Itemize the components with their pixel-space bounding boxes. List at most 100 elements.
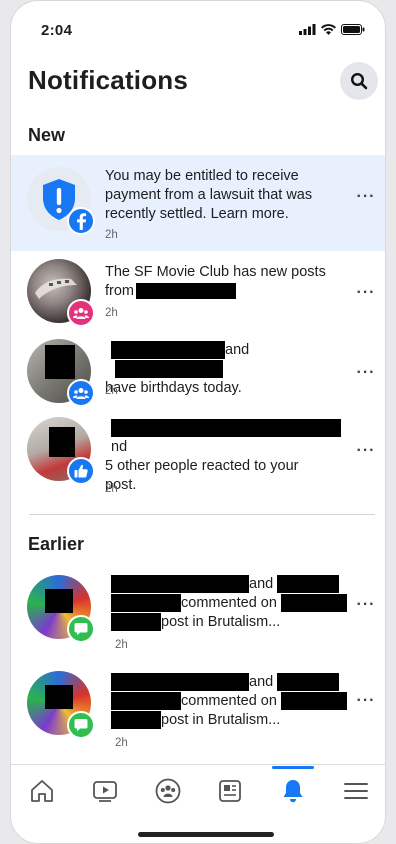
text-fragment: post in Brutalism... (161, 712, 281, 728)
notification-item[interactable]: You may be entitled to receive payment f… (11, 155, 385, 251)
redacted-name (111, 594, 181, 613)
section-divider (29, 514, 375, 515)
nav-notifications[interactable] (268, 765, 318, 815)
status-icons (299, 24, 365, 35)
search-icon (350, 72, 368, 90)
more-options-button[interactable]: ··· (355, 283, 377, 303)
status-bar: 2:04 (11, 21, 385, 43)
home-indicator (138, 832, 274, 837)
notification-time: 2h (115, 737, 128, 749)
page-title: Notifications (28, 65, 189, 95)
redacted-name (111, 673, 249, 692)
like-icon (74, 464, 88, 478)
redacted-name (111, 692, 181, 711)
notification-text-line: and (111, 341, 355, 379)
notification-item[interactable]: and commented on post in Brutalism... 2h… (11, 567, 385, 661)
like-badge (67, 457, 95, 485)
redacted-name (277, 575, 340, 594)
notification-item[interactable]: nd 5 other people reacted to your post. … (11, 409, 385, 507)
nav-news-feed[interactable] (205, 767, 255, 815)
redacted-name (111, 341, 225, 360)
notification-text: and have birthdays today. (105, 341, 355, 398)
notification-text-line: nd (111, 419, 355, 457)
nav-video[interactable] (80, 767, 130, 815)
avatar (27, 417, 95, 485)
text-fragment: post in Brutalism... (161, 614, 281, 630)
redacted-name (280, 594, 347, 613)
notification-text-line: and (111, 575, 355, 594)
video-icon (93, 780, 117, 802)
notification-text: The SF Movie Club has new posts from (105, 263, 349, 301)
redacted-name (111, 419, 341, 438)
notification-text-line: commented on (111, 692, 355, 711)
nav-groups[interactable] (143, 767, 193, 815)
text-fragment: and (249, 576, 274, 592)
redacted-name (111, 613, 161, 632)
nav-home[interactable] (17, 767, 67, 815)
status-time: 2:04 (41, 22, 73, 39)
avatar (27, 259, 95, 327)
comment-badge (67, 615, 95, 643)
bottom-nav (11, 764, 385, 816)
battery-icon (341, 24, 365, 35)
notification-text-line: post. (105, 477, 137, 493)
text-fragment: from (105, 283, 134, 299)
notification-text-line: The SF Movie Club has new posts (105, 264, 326, 280)
nav-menu[interactable] (331, 767, 381, 815)
news-feed-icon (219, 779, 242, 802)
text-fragment: commented on (181, 693, 277, 709)
notification-time: 2h (105, 229, 118, 241)
more-options-button[interactable]: ··· (355, 691, 377, 711)
avatar (27, 671, 95, 739)
notification-item[interactable]: The SF Movie Club has new posts from 2h … (11, 251, 385, 331)
comment-icon (74, 719, 88, 732)
notification-time: 2h (105, 483, 118, 495)
text-fragment: nd (111, 439, 128, 455)
notification-text-line: and (111, 673, 355, 692)
page-header: Notifications (11, 59, 385, 105)
notification-text-line: post in Brutalism... (111, 711, 355, 730)
more-options-button[interactable]: ··· (355, 363, 377, 383)
notification-text-line: post in Brutalism... (111, 613, 355, 632)
more-options-button[interactable]: ··· (355, 441, 377, 461)
text-fragment: and (225, 342, 250, 358)
redacted-face (45, 345, 75, 379)
menu-icon (343, 782, 368, 799)
more-options-button[interactable]: ··· (355, 595, 377, 615)
redacted-name (277, 673, 340, 692)
wifi-icon (321, 24, 336, 35)
avatar (27, 575, 95, 643)
notification-text-line: from (105, 282, 349, 301)
redacted-face (45, 589, 73, 613)
notification-text-line: 5 other people reacted to your (105, 458, 299, 474)
text-fragment: and (249, 674, 274, 690)
notification-text: and commented on post in Brutalism... (111, 575, 355, 632)
home-icon (31, 779, 54, 802)
notification-item[interactable]: and commented on post in Brutalism... 2h… (11, 665, 385, 757)
more-options-button[interactable]: ··· (355, 187, 377, 207)
notification-time: 2h (105, 307, 118, 319)
comment-icon (74, 623, 88, 636)
notification-time: 2h (105, 385, 118, 397)
notification-text: nd 5 other people reacted to your post. (105, 419, 355, 495)
redacted-name (111, 711, 161, 730)
group-badge (67, 379, 95, 407)
signal-icon (299, 24, 316, 35)
comment-badge (67, 711, 95, 739)
group-icon (73, 388, 89, 399)
facebook-icon (77, 213, 87, 230)
notification-item[interactable]: and have birthdays today. 2h ··· (11, 331, 385, 409)
section-title-earlier: Earlier (28, 534, 85, 554)
search-button[interactable] (340, 62, 378, 100)
facebook-badge (67, 207, 95, 235)
group-badge (67, 299, 95, 327)
redacted-face (49, 427, 75, 457)
notification-time: 2h (115, 639, 128, 651)
avatar (27, 339, 95, 407)
bell-icon (283, 779, 303, 802)
text-fragment: commented on (181, 595, 277, 611)
redacted-name (111, 575, 249, 594)
notification-text-line: have birthdays today. (105, 380, 242, 396)
redacted-name (136, 283, 236, 300)
notification-text-line: commented on (111, 594, 355, 613)
